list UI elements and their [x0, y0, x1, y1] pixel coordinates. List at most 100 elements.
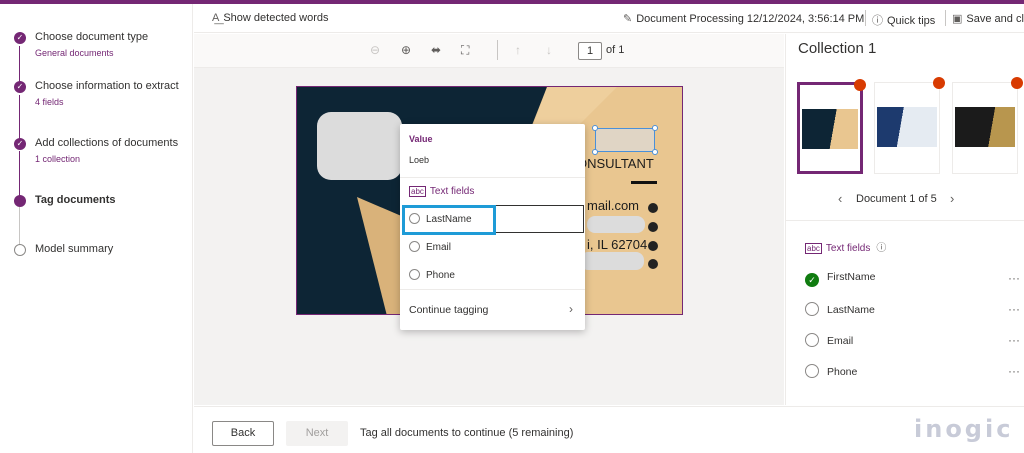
- phone-icon: [648, 259, 658, 269]
- more-options-icon[interactable]: ···: [1008, 271, 1020, 285]
- field-label: LastName: [827, 304, 875, 316]
- text-fields-header: abc Text fields: [409, 186, 474, 197]
- step-subtitle: 1 collection: [35, 154, 81, 164]
- resize-handle[interactable]: [652, 125, 658, 131]
- document-thumbnail[interactable]: [952, 77, 1023, 174]
- question-icon: ⓘ: [872, 15, 883, 27]
- pending-step-icon: [14, 244, 26, 256]
- info-icon[interactable]: ⓘ: [876, 243, 886, 254]
- more-options-icon[interactable]: ···: [1008, 364, 1020, 378]
- more-options-icon[interactable]: ···: [1008, 302, 1020, 316]
- next-button[interactable]: Next: [286, 421, 348, 446]
- option-label: Email: [426, 242, 452, 253]
- radio-icon: [409, 241, 420, 252]
- field-email[interactable]: Email: [805, 333, 853, 347]
- save-and-close-button[interactable]: ▣ Save and cl: [952, 12, 1024, 25]
- zoom-out-icon[interactable]: ⊖: [370, 43, 380, 57]
- step-choose-information[interactable]: ✓ Choose information to extract 4 fields: [14, 79, 184, 107]
- step-title: Model summary: [35, 243, 114, 255]
- option-email[interactable]: Email: [409, 241, 451, 253]
- web-icon: [648, 222, 658, 232]
- command-bar: A͟ Show detected words ✎ Document Processi…: [194, 4, 1024, 33]
- field-lastname[interactable]: LastName: [805, 302, 875, 316]
- footer-bar: Back Next Tag all documents to continue …: [194, 406, 1024, 453]
- fit-width-icon[interactable]: ⬌: [431, 43, 441, 57]
- check-icon: ✓: [805, 273, 819, 287]
- save-label: Save and cl: [966, 13, 1024, 25]
- step-title: Choose information to extract: [35, 80, 179, 92]
- rename-document-button[interactable]: ✎ Document Processing 12/12/2024, 3:56:14…: [623, 12, 864, 25]
- chevron-left-icon[interactable]: ‹: [838, 191, 842, 206]
- resize-handle[interactable]: [592, 125, 598, 131]
- divider: [945, 10, 946, 26]
- arrow-up-icon[interactable]: ↑: [515, 43, 521, 57]
- more-options-icon[interactable]: ···: [1008, 333, 1020, 347]
- value-label: Value: [409, 134, 433, 144]
- show-detected-words-button[interactable]: A͟ Show detected words: [212, 12, 329, 24]
- arrow-down-icon[interactable]: ↓: [546, 43, 552, 57]
- field-label: Phone: [827, 366, 858, 378]
- resize-handle[interactable]: [652, 149, 658, 155]
- quick-tips-button[interactable]: ⓘ Quick tips: [872, 12, 935, 28]
- thumbnail-image: [877, 107, 937, 147]
- step-add-collections[interactable]: ✓ Add collections of documents 1 collect…: [14, 136, 184, 164]
- zoom-in-icon[interactable]: ⊕: [401, 43, 411, 57]
- collection-title: Collection 1: [798, 40, 877, 57]
- pencil-icon: ✎: [623, 13, 633, 25]
- redacted-region: [580, 252, 644, 270]
- divider: [400, 177, 585, 178]
- selected-word-box[interactable]: [595, 128, 655, 152]
- check-icon: ✓: [14, 138, 26, 150]
- step-title: Tag documents: [35, 194, 116, 206]
- divider: [497, 40, 498, 60]
- email-icon: [648, 203, 658, 213]
- card-email: mail.com: [587, 198, 640, 213]
- text-field-icon: abc: [805, 243, 822, 254]
- radio-icon: [805, 364, 819, 378]
- step-choose-document-type[interactable]: ✓ Choose document type General documents: [14, 30, 184, 58]
- wizard-steps: ✓ Choose document type General documents…: [0, 4, 193, 453]
- check-icon: ✓: [14, 32, 26, 44]
- page-count: of 1: [606, 44, 625, 56]
- field-label: FirstName: [827, 271, 876, 283]
- status-message: Tag all documents to continue (5 remaini…: [360, 427, 574, 439]
- collection-panel: Collection 1 ‹ Document 1 of 5 › abc Text…: [785, 34, 1024, 405]
- document-thumbnail[interactable]: [874, 77, 945, 174]
- save-icon: ▣: [952, 13, 963, 25]
- step-model-summary[interactable]: Model summary: [14, 242, 184, 257]
- viewer-toolbar: ⊖ ⊕ ⬌ ⛶ ↑ ↓ 1 of 1: [194, 34, 784, 68]
- redacted-region: [317, 112, 402, 180]
- thumbnail-image: [802, 109, 858, 149]
- location-icon: [648, 241, 658, 251]
- callout-highlight: [402, 205, 496, 235]
- show-words-label: Show detected words: [223, 12, 329, 24]
- fit-page-icon[interactable]: ⛶: [461, 43, 469, 58]
- radio-icon: [409, 269, 420, 280]
- option-phone[interactable]: Phone: [409, 269, 455, 281]
- text-fields-header: abc Text fields ⓘ: [805, 239, 886, 254]
- document-thumbnail[interactable]: [797, 79, 866, 174]
- field-firstname[interactable]: ✓ FirstName: [805, 271, 875, 287]
- untagged-badge: [854, 79, 866, 91]
- step-subtitle: 4 fields: [35, 97, 64, 107]
- field-phone[interactable]: Phone: [805, 364, 857, 378]
- current-step-icon: [14, 195, 26, 207]
- option-label: Phone: [426, 270, 455, 281]
- text-fields-label: Text fields: [429, 186, 475, 197]
- check-icon: ✓: [14, 81, 26, 93]
- card-job-title: ONSULTANT: [577, 156, 654, 171]
- chevron-right-icon[interactable]: ›: [950, 191, 954, 206]
- step-tag-documents[interactable]: Tag documents: [14, 193, 184, 208]
- back-button[interactable]: Back: [212, 421, 274, 446]
- document-title: Document Processing 12/12/2024, 3:56:14 …: [636, 13, 865, 25]
- detected-words-icon: A͟: [212, 12, 220, 24]
- text-field-icon: abc: [409, 186, 426, 197]
- document-counter: Document 1 of 5: [856, 193, 937, 205]
- step-subtitle: General documents: [35, 48, 114, 58]
- page-number-input[interactable]: 1: [578, 42, 602, 60]
- resize-handle[interactable]: [592, 149, 598, 155]
- brand-logo: inogic: [914, 415, 1014, 443]
- divider: [400, 289, 585, 290]
- continue-tagging-button[interactable]: Continue tagging: [409, 304, 488, 316]
- detected-value: Loeb: [409, 155, 430, 165]
